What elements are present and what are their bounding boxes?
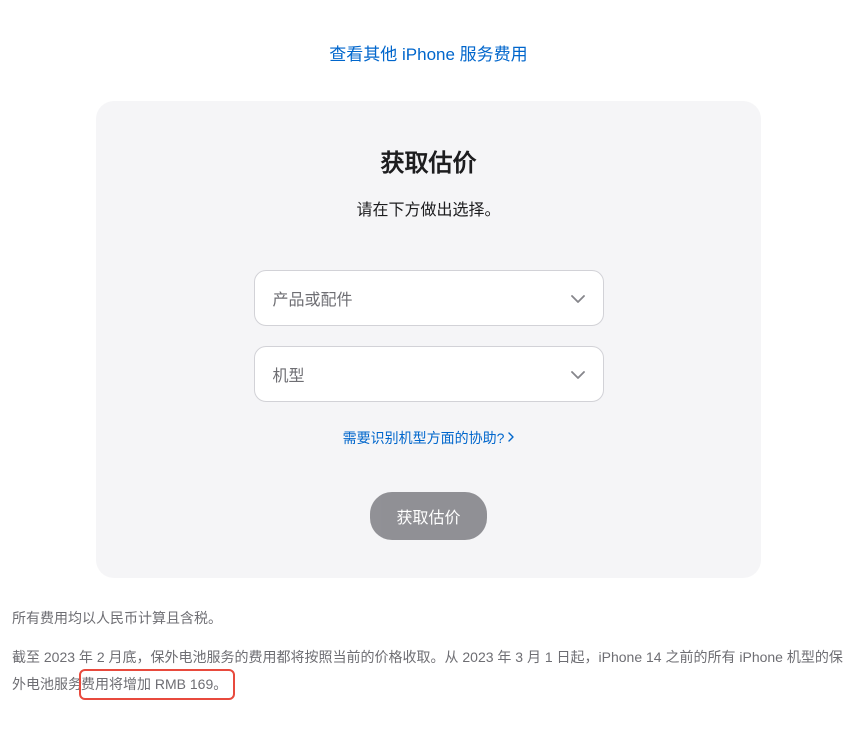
other-services-link[interactable]: 查看其他 iPhone 服务费用 <box>329 45 527 64</box>
note-price-change: 截至 2023 年 2 月底，保外电池服务的费用都将按照当前的价格收取。从 20… <box>12 645 845 700</box>
identify-model-help-text: 需要识别机型方面的协助? <box>343 428 505 448</box>
other-services-link-wrap: 查看其他 iPhone 服务费用 <box>10 40 847 65</box>
footer-notes: 所有费用均以人民币计算且含税。 截至 2023 年 2 月底，保外电池服务的费用… <box>10 606 847 700</box>
card-title: 获取估价 <box>381 143 477 178</box>
chevron-down-icon <box>571 290 585 306</box>
identify-model-help-wrap: 需要识别机型方面的协助? <box>343 428 515 448</box>
select-product-wrap: 产品或配件 <box>254 270 604 326</box>
identify-model-help-link[interactable]: 需要识别机型方面的协助? <box>343 428 515 448</box>
select-model[interactable]: 机型 <box>254 346 604 402</box>
chevron-right-icon <box>508 432 514 445</box>
card-subtitle: 请在下方做出选择。 <box>356 196 500 220</box>
select-model-wrap: 机型 <box>254 346 604 402</box>
chevron-down-icon <box>571 366 585 382</box>
select-product[interactable]: 产品或配件 <box>254 270 604 326</box>
estimate-card: 获取估价 请在下方做出选择。 产品或配件 机型 需要识别机型方面的协助? <box>96 101 761 578</box>
select-product-placeholder: 产品或配件 <box>273 286 353 310</box>
select-model-placeholder: 机型 <box>273 362 305 386</box>
get-estimate-button[interactable]: 获取估价 <box>370 492 486 540</box>
note-tax: 所有费用均以人民币计算且含税。 <box>12 606 845 631</box>
note-price-highlight: 费用将增加 RMB 169。 <box>79 669 235 700</box>
